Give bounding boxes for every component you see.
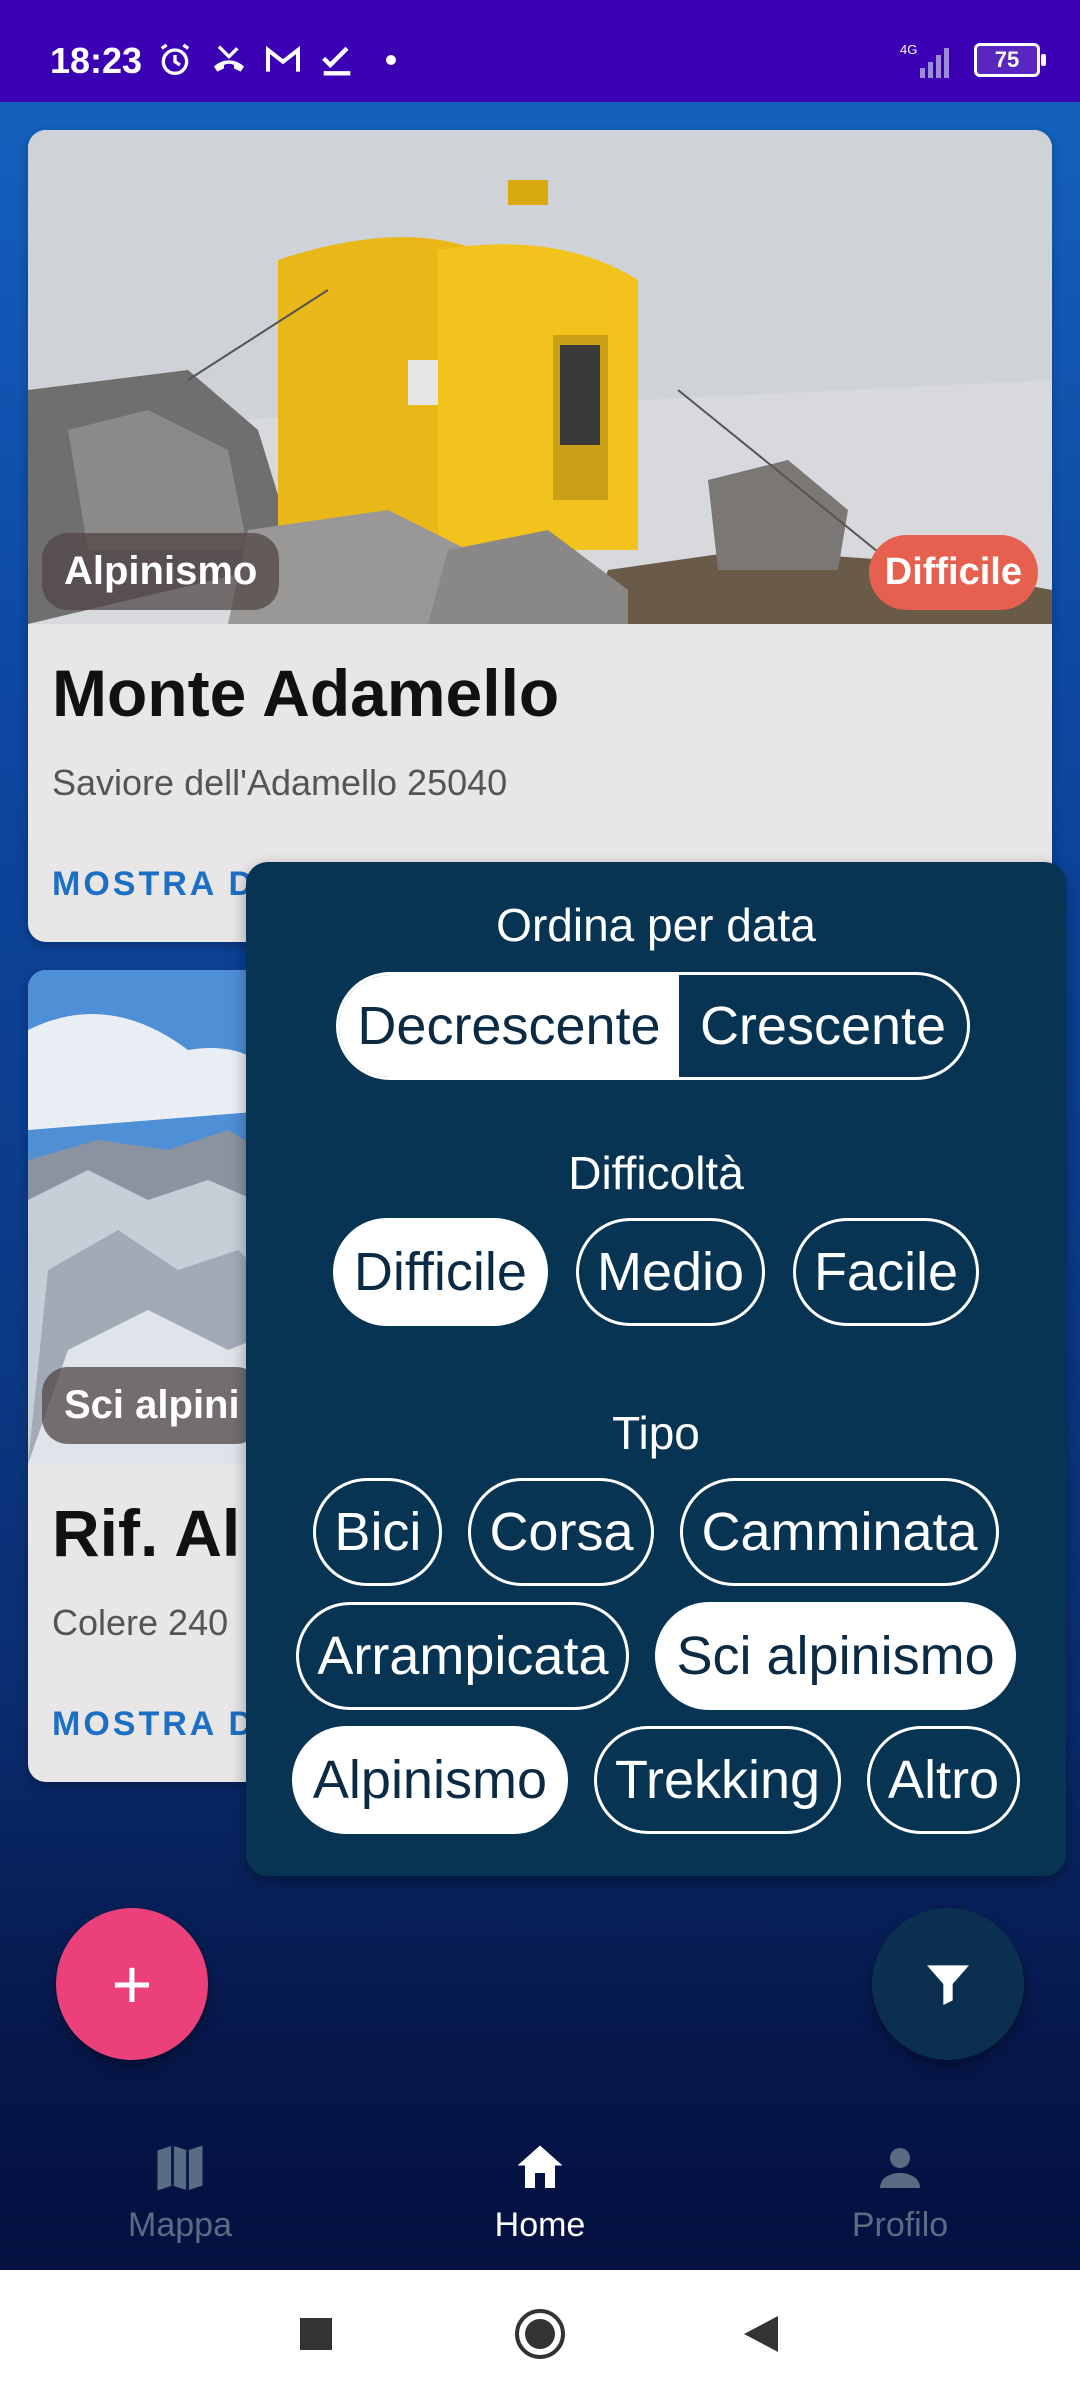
status-bar: 18:23 4G 75 xyxy=(0,0,1080,102)
task-done-icon xyxy=(322,46,351,76)
add-route-button[interactable]: + xyxy=(56,1908,208,2060)
difficulty-chip-difficile[interactable]: Difficile xyxy=(332,1218,548,1326)
difficulty-section-title: Difficoltà xyxy=(568,1147,744,1199)
network-label: 4G xyxy=(900,42,917,57)
sort-option-ascending[interactable]: Crescente xyxy=(679,975,967,1077)
status-time: 18:23 xyxy=(50,40,143,81)
show-details-button[interactable]: MOSTRA D xyxy=(52,865,256,904)
dot-icon xyxy=(386,55,396,65)
battery-icon: 75 xyxy=(974,43,1046,77)
card-subtitle: Colere 240 xyxy=(52,1602,229,1643)
type-chip-corsa[interactable]: Corsa xyxy=(468,1478,655,1586)
card-title: Monte Adamello xyxy=(52,656,560,730)
card-photo: Alpinismo Difficile xyxy=(28,130,1052,624)
home-icon xyxy=(517,2145,563,2188)
circle-icon xyxy=(515,2309,565,2359)
recents-button[interactable] xyxy=(298,2316,334,2357)
type-chip-trekking[interactable]: Trekking xyxy=(593,1726,842,1834)
sort-section-title: Ordina per data xyxy=(496,899,816,951)
activity-type-chip: Sci alpini xyxy=(42,1367,262,1444)
alarm-icon xyxy=(160,43,190,75)
difficulty-chip-medio[interactable]: Medio xyxy=(575,1218,766,1326)
person-icon xyxy=(880,2148,920,2188)
system-navigation-bar xyxy=(0,2270,1080,2400)
sort-option-descending[interactable]: Decrescente xyxy=(339,975,679,1077)
home-system-button[interactable] xyxy=(512,2306,568,2367)
card-title: Rif. Al xyxy=(52,1496,241,1570)
bottom-navigation: Mappa Home Profilo xyxy=(0,2110,1080,2270)
difficulty-chip-facile[interactable]: Facile xyxy=(793,1218,980,1326)
difficulty-chips: Difficile Medio Facile xyxy=(246,1218,1066,1326)
status-notification-icons xyxy=(155,40,411,80)
type-chips-row-2: Arrampicata Sci alpinismo xyxy=(246,1602,1066,1710)
type-chip-camminata[interactable]: Camminata xyxy=(680,1478,999,1586)
card-subtitle: Saviore dell'Adamello 25040 xyxy=(52,762,508,803)
nav-label-home: Home xyxy=(494,2206,586,2244)
nav-item-mappa[interactable]: Mappa xyxy=(60,2138,300,2245)
sort-segmented-control: Decrescente Crescente xyxy=(336,972,970,1080)
show-details-button[interactable]: MOSTRA D xyxy=(52,1705,256,1744)
type-chips-row-1: Bici Corsa Camminata xyxy=(246,1478,1066,1586)
nav-label-mappa: Mappa xyxy=(128,2206,232,2244)
missed-call-icon xyxy=(214,45,244,72)
back-button[interactable] xyxy=(742,2314,780,2359)
map-icon xyxy=(157,2145,203,2191)
type-chips-row-3: Alpinismo Trekking Altro xyxy=(246,1726,1066,1834)
activity-type-chip: Alpinismo xyxy=(42,533,280,610)
nav-label-profilo: Profilo xyxy=(851,2206,949,2244)
nav-item-profilo[interactable]: Profilo xyxy=(780,2138,1020,2245)
signal-icon: 4G xyxy=(900,42,949,78)
filter-button[interactable] xyxy=(872,1908,1024,2060)
plus-icon: + xyxy=(111,1945,153,2023)
type-chip-sci-alpinismo[interactable]: Sci alpinismo xyxy=(655,1602,1016,1710)
type-chip-altro[interactable]: Altro xyxy=(867,1726,1021,1834)
status-system-icons: 4G 75 xyxy=(898,40,1046,80)
type-section-title: Tipo xyxy=(612,1407,700,1459)
nav-item-home[interactable]: Home xyxy=(420,2138,660,2245)
difficulty-chip: Difficile xyxy=(868,535,1038,610)
type-chip-alpinismo[interactable]: Alpinismo xyxy=(291,1726,568,1834)
type-chip-bici[interactable]: Bici xyxy=(313,1478,443,1586)
filter-panel: Ordina per data Decrescente Crescente Di… xyxy=(246,862,1066,1876)
type-chip-arrampicata[interactable]: Arrampicata xyxy=(296,1602,630,1710)
gmail-icon xyxy=(266,45,300,72)
filter-icon xyxy=(927,1965,969,2005)
square-icon xyxy=(300,2318,332,2350)
back-triangle-icon xyxy=(744,2316,778,2352)
route-card[interactable]: Alpinismo Difficile Monte Adamello Savio… xyxy=(28,130,1052,942)
